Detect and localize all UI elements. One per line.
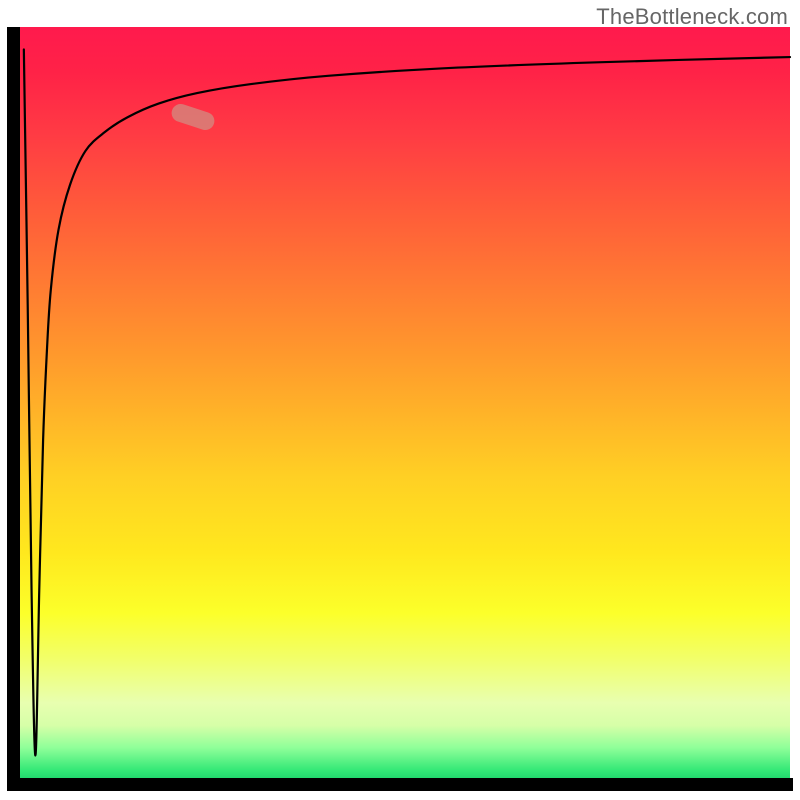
plot-gradient-background xyxy=(20,27,790,778)
x-axis-bar xyxy=(7,778,793,791)
y-axis-bar xyxy=(7,27,20,778)
chart-container: TheBottleneck.com xyxy=(0,0,800,800)
